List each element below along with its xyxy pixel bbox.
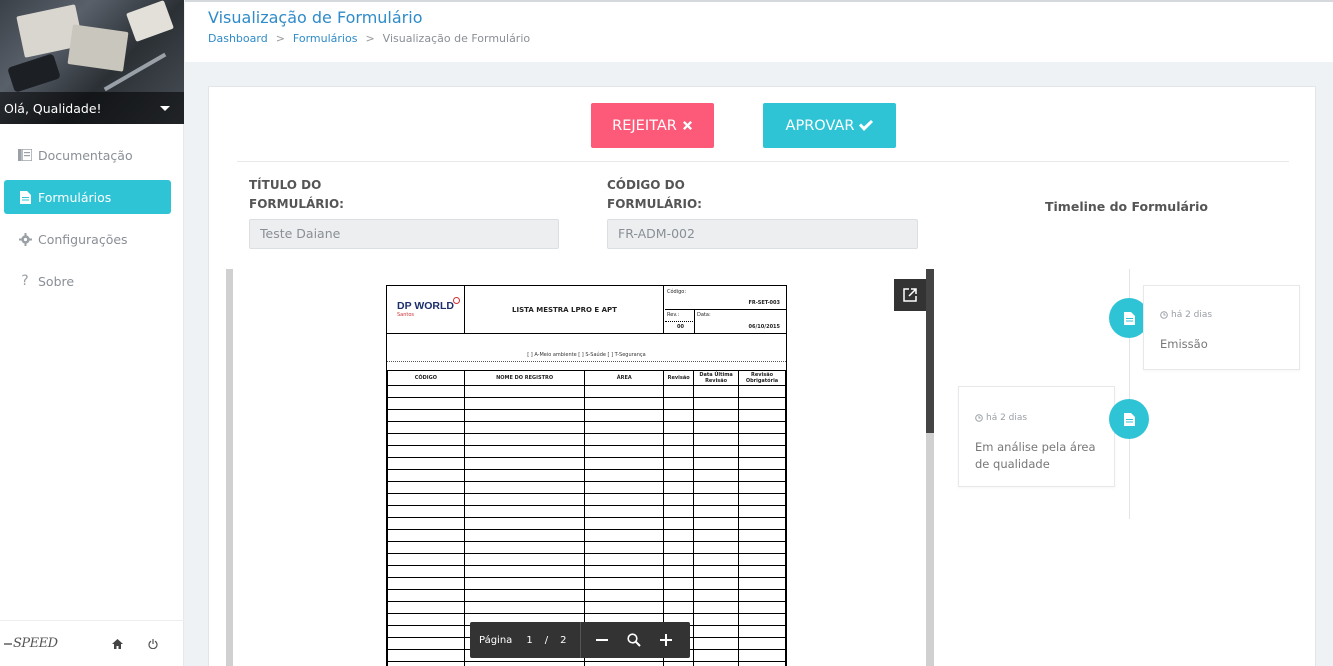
breadcrumb-current: Visualização de Formulário — [382, 32, 531, 45]
timeline-event-time: há 2 dias — [1160, 310, 1212, 320]
document-table-row — [387, 409, 786, 422]
sidebar-footer: SPEED — [0, 620, 184, 666]
user-menu-toggle[interactable]: Olá, Qualidade! — [0, 92, 184, 124]
total-pages: 2 — [560, 634, 567, 646]
document-table-row — [387, 433, 786, 446]
breadcrumb: Dashboard > Formulários > Visualização d… — [208, 32, 530, 45]
approve-button-label: APROVAR — [785, 117, 855, 134]
clock-icon — [975, 414, 983, 422]
timeline-event-text: Emissão — [1160, 337, 1208, 351]
form-title-field[interactable]: Teste Daiane — [249, 219, 559, 249]
file-icon — [1123, 311, 1135, 325]
document-page: DP WORLD Santos LISTA MESTRA LPRO E APT … — [386, 285, 787, 666]
gear-icon — [18, 232, 32, 246]
sidebar-profile-banner: Olá, Qualidade! — [0, 0, 184, 124]
zoom-out-icon[interactable] — [591, 629, 613, 651]
check-icon — [859, 120, 874, 131]
chevron-right-icon: > — [365, 32, 375, 45]
document-table-row — [387, 385, 786, 398]
document-table-row — [387, 493, 786, 506]
timeline-title: Timeline do Formulário — [1045, 199, 1208, 214]
document-table-row — [387, 517, 786, 530]
question-icon: ? — [21, 273, 29, 289]
document-table-row — [387, 481, 786, 494]
breadcrumb-dashboard[interactable]: Dashboard — [208, 32, 268, 45]
divider — [237, 161, 1289, 162]
viewer-scrollbar-thumb[interactable] — [926, 269, 934, 433]
document-viewer: DP WORLD Santos LISTA MESTRA LPRO E APT … — [226, 269, 934, 666]
form-title-label: TÍTULO DO FORMULÁRIO: — [249, 178, 344, 211]
document-table-row — [387, 601, 786, 614]
approve-button[interactable]: APROVAR — [763, 103, 896, 148]
document-table-row — [387, 397, 786, 410]
zoom-reset-icon[interactable] — [623, 629, 645, 651]
speed-logo: SPEED — [4, 636, 58, 651]
user-greeting: Olá, Qualidade! — [4, 100, 102, 116]
page-label: Página — [479, 634, 513, 646]
sidebar-item-formularios[interactable]: Formulários — [4, 180, 171, 214]
document-header: DP WORLD Santos LISTA MESTRA LPRO E APT … — [387, 286, 786, 334]
timeline-event-card: há 2 dias Emissão — [1143, 285, 1300, 370]
document-meta: Código: FR-SET-003 Rev.: Data: 00 06/10/… — [665, 286, 786, 334]
document-table-row — [387, 505, 786, 518]
document-table-row — [387, 565, 786, 578]
document-title: LISTA MESTRA LPRO E APT — [466, 286, 664, 334]
document-table-row — [387, 469, 786, 482]
document-table-row — [387, 457, 786, 470]
caret-down-icon — [160, 105, 170, 111]
breadcrumb-formularios[interactable]: Formulários — [293, 32, 358, 45]
sidebar-item-label: Documentação — [38, 147, 133, 163]
sidebar-item-documentacao[interactable]: Documentação — [4, 138, 171, 172]
home-icon[interactable] — [112, 634, 124, 653]
timeline-event-icon — [1109, 399, 1149, 439]
document-table-row — [387, 529, 786, 542]
dp-world-logo: DP WORLD Santos — [387, 286, 465, 334]
sidebar: Olá, Qualidade! Documentação Formulários… — [0, 0, 184, 666]
timeline-event-card: há 2 dias Em análise pela área de qualid… — [958, 386, 1115, 487]
form-code-label: CÓDIGO DO FORMULÁRIO: — [607, 178, 702, 211]
sidebar-item-label: Sobre — [38, 273, 75, 289]
open-external-icon[interactable] — [894, 279, 926, 311]
close-icon — [682, 121, 692, 130]
sidebar-item-configuracoes[interactable]: Configurações — [4, 222, 171, 256]
document-table-row — [387, 589, 786, 602]
timeline-event-text: Em análise pela área de qualidade — [975, 440, 1096, 471]
sidebar-item-sobre[interactable]: ? Sobre — [4, 264, 171, 298]
document-table-row — [387, 577, 786, 590]
clock-icon — [1160, 311, 1168, 319]
page-title: Visualização de Formulário — [208, 8, 423, 27]
sidebar-item-label: Configurações — [38, 231, 128, 247]
zoom-in-icon[interactable] — [655, 629, 677, 651]
page-separator: / — [544, 634, 549, 646]
reject-button[interactable]: REJEITAR — [591, 103, 714, 148]
chevron-right-icon: > — [275, 32, 285, 45]
reject-button-label: REJEITAR — [612, 117, 677, 134]
document-legend: [ ] A-Meio ambiente [ ] S-Saúde [ ] T-Se… — [527, 352, 646, 358]
file-icon — [18, 190, 32, 204]
book-icon — [18, 148, 32, 162]
power-icon[interactable] — [148, 634, 158, 653]
current-page-input[interactable]: 1 — [526, 635, 532, 646]
document-table-row — [387, 661, 786, 666]
page-header: Visualização de Formulário Dashboard > F… — [185, 0, 1333, 62]
pdf-toolbar: Página 1 / 2 — [470, 622, 690, 658]
sidebar-item-label: Formulários — [38, 189, 112, 205]
sidebar-menu: Documentação Formulários Configurações ?… — [0, 138, 183, 298]
form-view-card: REJEITAR APROVAR TÍTULO DO FORMULÁRIO: T… — [208, 86, 1316, 666]
form-code-field[interactable]: FR-ADM-002 — [607, 219, 918, 249]
file-icon — [1123, 412, 1135, 426]
document-table-row — [387, 421, 786, 434]
document-table-row — [387, 553, 786, 566]
timeline-event-time: há 2 dias — [975, 413, 1027, 423]
document-table-row — [387, 445, 786, 458]
document-table-row — [387, 541, 786, 554]
viewer-left-scrollbar — [226, 269, 233, 666]
